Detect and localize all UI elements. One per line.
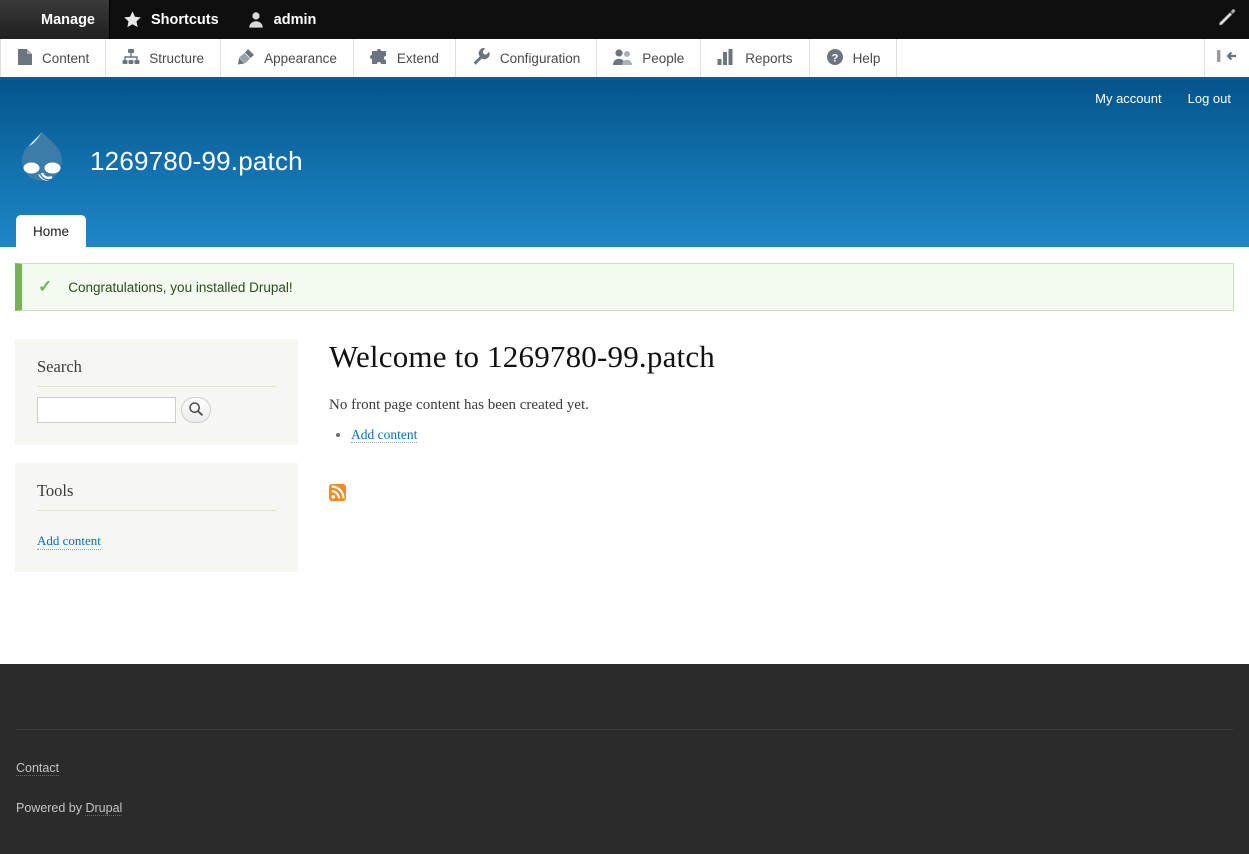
content-actions-list: Add content xyxy=(329,426,1234,444)
footer-inner: Contact Powered by Drupal xyxy=(0,729,1249,816)
checkmark-icon: ✓ xyxy=(38,277,53,296)
menu-item-configuration[interactable]: Configuration xyxy=(456,39,598,77)
menu-item-structure[interactable]: Structure xyxy=(106,39,222,77)
site-header: My account Log out 1269780-99.patch Home xyxy=(0,80,1249,247)
menu-item-content-label: Content xyxy=(42,50,90,66)
log-out-link[interactable]: Log out xyxy=(1188,91,1231,106)
menu-item-reports[interactable]: Reports xyxy=(701,39,810,77)
sidebar-first: Search Tools Add content xyxy=(15,339,298,590)
vertical-orientation-icon xyxy=(1216,48,1238,69)
pencil-icon xyxy=(1216,6,1238,33)
admin-toolbar: Manage Shortcuts admin xyxy=(0,0,1249,39)
block-tools: Tools Add content xyxy=(15,463,298,572)
page-root: Manage Shortcuts admin Content Structure… xyxy=(0,0,1249,854)
page-body: ✓ Congratulations, you installed Drupal!… xyxy=(0,247,1249,590)
admin-menu-bar: Content Structure Appearance Extend Conf… xyxy=(0,39,1249,80)
menu-item-content[interactable]: Content xyxy=(0,39,107,77)
puzzle-piece-icon xyxy=(369,48,388,69)
search-submit-button[interactable] xyxy=(181,397,211,423)
list-item: Add content xyxy=(351,426,1234,444)
user-icon xyxy=(247,10,265,29)
menu-item-reports-label: Reports xyxy=(745,50,793,66)
paintbrush-icon xyxy=(237,48,255,69)
question-mark-icon: ? xyxy=(826,48,844,69)
menu-item-extend-label: Extend xyxy=(396,50,439,66)
block-search-title: Search xyxy=(37,357,276,387)
tab-home[interactable]: Home xyxy=(16,215,87,247)
drupal-droplet-logo[interactable] xyxy=(12,128,72,195)
edit-mode-button[interactable] xyxy=(1205,0,1249,39)
hamburger-icon xyxy=(13,15,32,24)
footer-contact-link[interactable]: Contact xyxy=(16,761,60,776)
menu-item-help-label: Help xyxy=(852,50,881,66)
toolbar-tab-admin[interactable]: admin xyxy=(234,0,332,39)
toolbar-tab-manage[interactable]: Manage xyxy=(0,0,110,39)
magnifier-icon xyxy=(188,401,204,420)
people-icon xyxy=(613,48,633,69)
block-search: Search xyxy=(15,339,298,445)
star-icon xyxy=(123,10,142,29)
menu-item-structure-label: Structure xyxy=(149,50,205,66)
wrench-icon xyxy=(472,47,491,69)
rss-feed-icon xyxy=(329,484,346,505)
status-message-text: Congratulations, you installed Drupal! xyxy=(68,279,293,295)
menu-item-appearance[interactable]: Appearance xyxy=(221,39,354,77)
admin-menu-spacer xyxy=(897,39,1205,77)
search-input[interactable] xyxy=(37,397,176,423)
rss-feed-link[interactable] xyxy=(329,484,346,506)
page-title: Welcome to 1269780-99.patch xyxy=(329,339,715,374)
user-account-links: My account Log out xyxy=(1095,91,1231,106)
menu-item-appearance-label: Appearance xyxy=(264,50,337,66)
main-add-content-link[interactable]: Add content xyxy=(351,427,418,443)
message-area: ✓ Congratulations, you installed Drupal! xyxy=(0,247,1249,311)
no-content-text: No front page content has been created y… xyxy=(329,397,589,413)
powered-by-prefix: Powered by xyxy=(16,801,86,815)
search-form xyxy=(37,397,276,423)
menu-item-people-label: People xyxy=(642,50,685,66)
tab-home-label: Home xyxy=(33,224,70,239)
menu-item-help[interactable]: ? Help xyxy=(810,39,898,77)
bar-chart-icon xyxy=(717,48,736,69)
drupal-link[interactable]: Drupal xyxy=(85,801,123,816)
status-message: ✓ Congratulations, you installed Drupal! xyxy=(15,263,1234,311)
site-footer: Contact Powered by Drupal xyxy=(0,664,1249,854)
toolbar-tab-shortcuts[interactable]: Shortcuts xyxy=(110,0,234,39)
site-branding[interactable]: 1269780-99.patch xyxy=(12,128,303,195)
toolbar-tab-manage-label: Manage xyxy=(41,11,95,28)
powered-by-text: Powered by Drupal xyxy=(16,801,1233,816)
orientation-toggle-button[interactable] xyxy=(1205,39,1249,77)
menu-item-configuration-label: Configuration xyxy=(499,50,581,66)
main-content: Welcome to 1269780-99.patch No front pag… xyxy=(298,339,1234,506)
toolbar-tab-shortcuts-label: Shortcuts xyxy=(151,11,219,28)
svg-text:?: ? xyxy=(831,52,838,64)
my-account-link[interactable]: My account xyxy=(1095,91,1161,106)
content-columns: Search Tools Add content Welcome to 1269… xyxy=(0,311,1249,590)
menu-item-extend[interactable]: Extend xyxy=(354,39,456,77)
block-tools-title: Tools xyxy=(37,481,276,511)
toolbar-tab-admin-label: admin xyxy=(273,11,317,28)
menu-item-people[interactable]: People xyxy=(597,39,702,77)
sidebar-add-content-link[interactable]: Add content xyxy=(37,533,101,550)
sitemap-icon xyxy=(122,48,140,69)
footer-menu: Contact xyxy=(16,730,1233,777)
site-name: 1269780-99.patch xyxy=(90,146,303,176)
primary-tabs: Home xyxy=(16,215,87,247)
document-icon xyxy=(17,48,33,69)
